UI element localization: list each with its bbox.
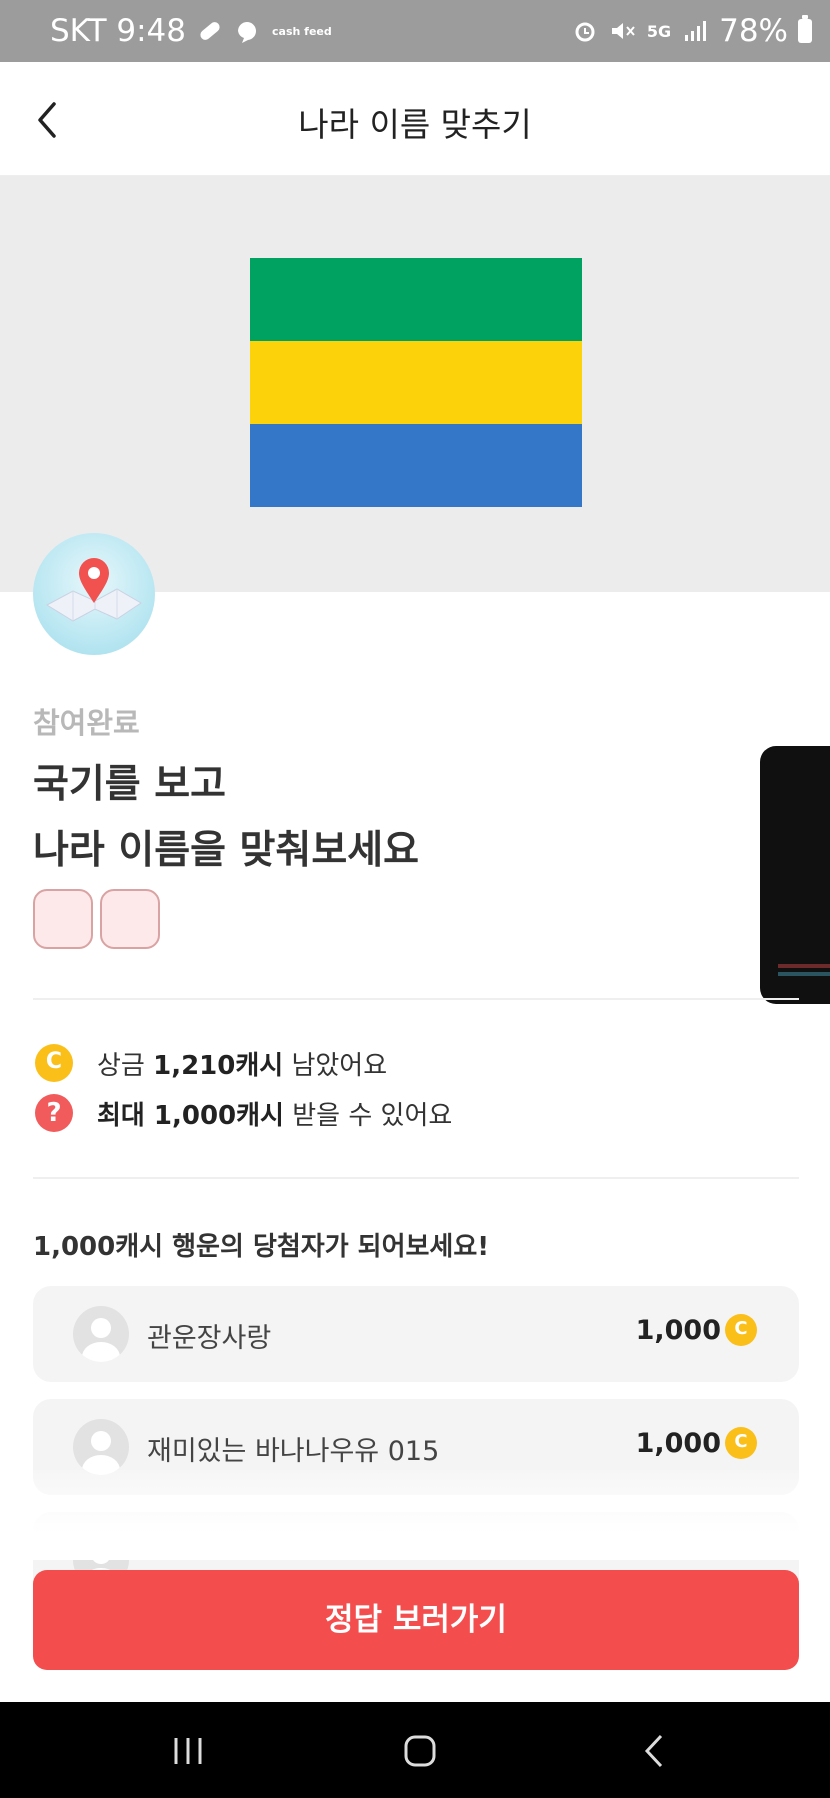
flag-stripe-bottom <box>250 424 582 508</box>
5g-icon: 5G <box>646 21 672 41</box>
winner-amount-value: 1,000 <box>635 1314 721 1346</box>
coin-icon <box>725 1427 757 1459</box>
prize-info-row: 상금 1,210캐시 남았어요 <box>35 1044 387 1082</box>
back-icon[interactable] <box>625 1726 685 1776</box>
map-pin-icon <box>45 558 142 622</box>
quiz-icon <box>33 533 155 655</box>
winner-row: 관운장사랑 1,000 <box>33 1286 799 1382</box>
question-mark-icon: ? <box>35 1094 73 1132</box>
winner-amount: 1,000 <box>636 1427 757 1459</box>
coin-icon <box>725 1314 757 1346</box>
signal-icon <box>685 21 707 41</box>
view-answer-button[interactable]: 정답 보러가기 <box>33 1570 799 1670</box>
winner-name: 재미있는 바나나우유 015 <box>147 1436 440 1467</box>
floating-side-panel[interactable] <box>760 746 830 1004</box>
avatar <box>73 1419 129 1475</box>
cashfeed-icon <box>238 22 257 43</box>
status-left: SKT 9:48 cash feed <box>50 13 332 49</box>
winners-title: 1,000캐시 행운의 당첨자가 되어보세요! <box>33 1232 490 1262</box>
question-text: 국기를 보고 나라 이름을 맞춰보세요 <box>33 752 419 884</box>
battery-icon <box>798 15 812 43</box>
pill-icon <box>200 22 220 40</box>
answer-slot-2[interactable] <box>100 889 160 949</box>
alarm-icon <box>575 22 595 42</box>
mute-icon <box>611 23 635 39</box>
status-right: 5G 78% <box>571 13 812 49</box>
max-reward-row: ? 최대 1,000캐시 받을 수 있어요 <box>35 1094 452 1132</box>
divider-1 <box>33 998 799 1000</box>
list-fade-overlay <box>0 1470 830 1560</box>
max-reward-suffix: 받을 수 있어요 <box>283 1100 453 1131</box>
participation-status: 참여완료 <box>33 706 140 740</box>
side-panel-line-2 <box>778 972 830 976</box>
carrier-time: SKT 9:48 <box>50 13 187 49</box>
flag-area <box>0 176 830 592</box>
page-title: 나라 이름 맞추기 <box>298 105 532 144</box>
divider-2 <box>33 1177 799 1179</box>
prize-prefix: 상금 <box>97 1050 154 1081</box>
prize-value: 1,210캐시 <box>153 1050 284 1081</box>
flag-stripe-middle <box>250 341 582 425</box>
side-panel-line-1 <box>778 964 830 968</box>
question-line-2: 나라 이름을 맞춰보세요 <box>33 828 419 873</box>
winner-amount-value: 1,000 <box>635 1427 721 1459</box>
country-flag <box>250 258 582 508</box>
answer-slot-1[interactable] <box>33 889 93 949</box>
flag-stripe-top <box>250 258 582 342</box>
avatar <box>73 1306 129 1362</box>
battery-percent: 78% <box>719 13 788 49</box>
cashfeed-logo: cash feed <box>272 24 332 38</box>
winner-amount: 1,000 <box>636 1314 757 1346</box>
system-nav-bar <box>0 1702 830 1798</box>
status-bar: SKT 9:48 cash feed 5G 78% <box>0 0 830 62</box>
max-reward-value: 최대 1,000캐시 <box>97 1100 284 1131</box>
coin-icon <box>35 1044 73 1082</box>
prize-suffix: 남았어요 <box>283 1050 388 1081</box>
question-line-1: 국기를 보고 <box>33 762 226 807</box>
recent-apps-icon[interactable] <box>158 1726 218 1776</box>
app-header: 나라 이름 맞추기 <box>0 62 830 176</box>
home-icon[interactable] <box>390 1726 450 1776</box>
winner-name: 관운장사랑 <box>147 1323 272 1354</box>
